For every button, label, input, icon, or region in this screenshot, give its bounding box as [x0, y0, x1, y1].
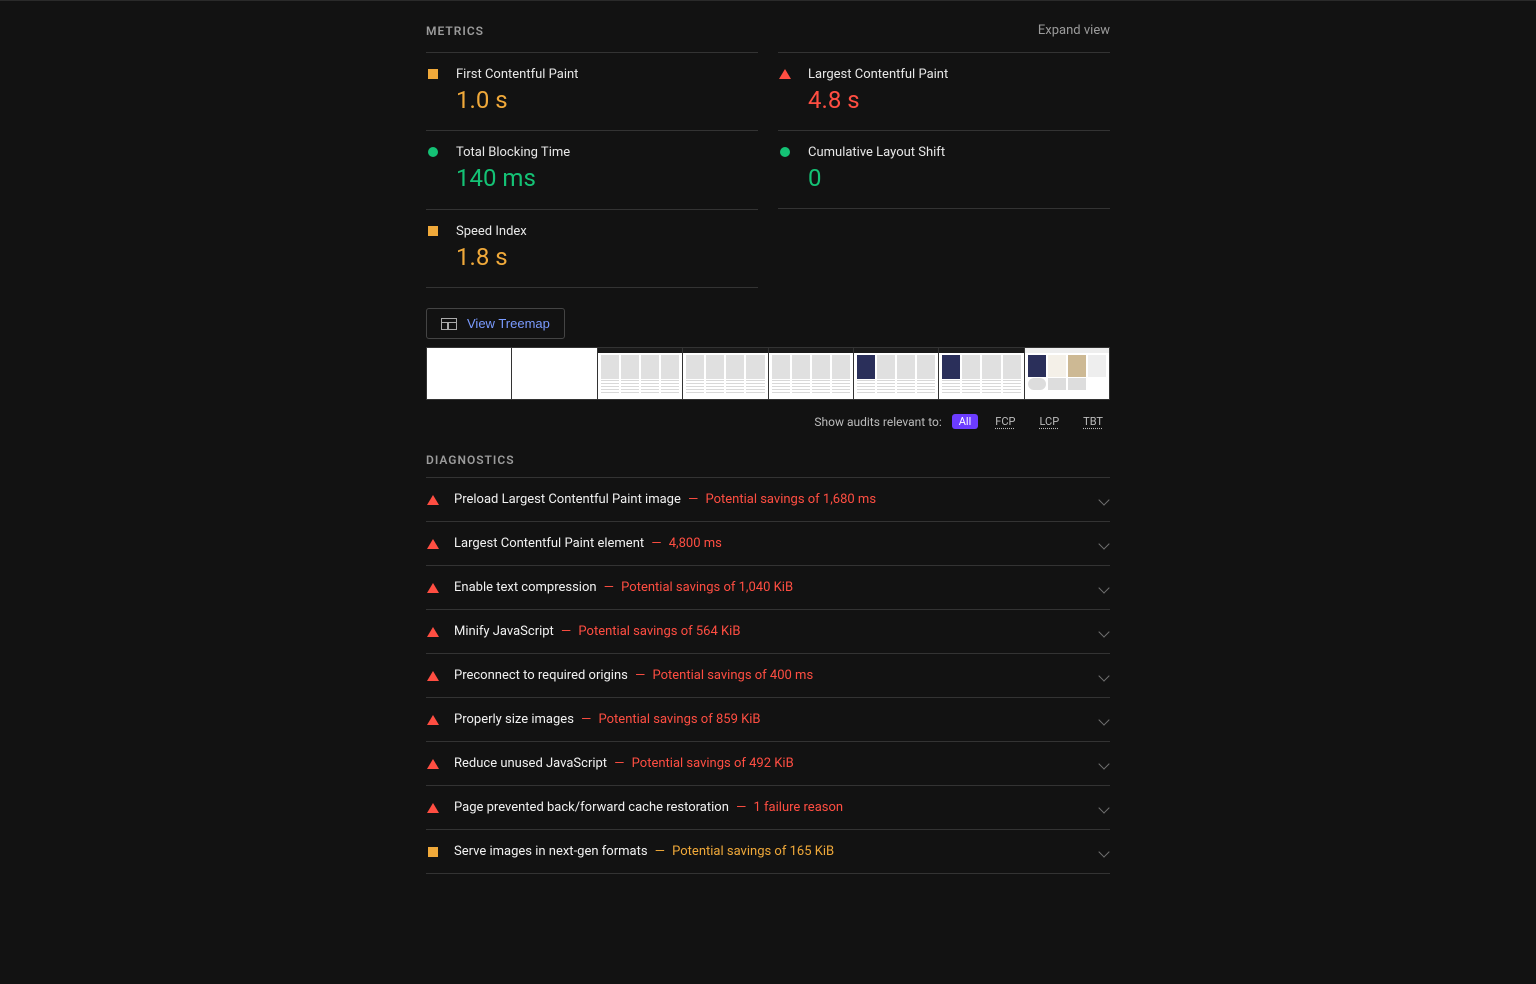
diagnostic-saving: Potential savings of 1,680 ms [705, 492, 876, 507]
triangle-fail-icon [426, 715, 440, 725]
diagnostic-row[interactable]: Serve images in next-gen formats — Poten… [426, 830, 1110, 874]
chevron-down-icon [1098, 758, 1110, 770]
dash-separator: — [652, 844, 669, 859]
filmstrip-frame [683, 348, 768, 399]
filter-prompt: Show audits relevant to: [814, 415, 941, 429]
filmstrip-frame [598, 348, 683, 399]
metrics-grid: First Contentful Paint 1.0 s Largest Con… [426, 52, 1110, 288]
dash-separator: — [558, 624, 575, 639]
metric-label: Total Blocking Time [456, 145, 758, 160]
metric-si: Speed Index 1.8 s [426, 209, 758, 288]
diagnostic-saving: 1 failure reason [754, 800, 844, 815]
circle-pass-icon [426, 147, 440, 157]
triangle-fail-icon [426, 671, 440, 681]
filter-chip-tbt[interactable]: TBT [1076, 414, 1110, 429]
chevron-down-icon [1098, 846, 1110, 858]
metric-tbt: Total Blocking Time 140 ms [426, 130, 758, 209]
diagnostic-saving: Potential savings of 492 KiB [632, 756, 794, 771]
metric-value: 1.0 s [456, 86, 758, 114]
diagnostic-title: Minify JavaScript [454, 624, 554, 639]
dash-separator: — [611, 756, 628, 771]
diagnostic-saving: Potential savings of 859 KiB [599, 712, 761, 727]
metric-cls: Cumulative Layout Shift 0 [778, 130, 1110, 209]
diagnostic-saving: Potential savings of 564 KiB [578, 624, 740, 639]
filmstrip-frame [769, 348, 854, 399]
chevron-down-icon [1098, 802, 1110, 814]
filter-chip-lcp[interactable]: LCP [1032, 414, 1066, 429]
treemap-icon [441, 318, 457, 330]
audit-filter-row: Show audits relevant to: All FCP LCP TBT [426, 414, 1110, 429]
metric-value: 1.8 s [456, 243, 758, 271]
metric-label: First Contentful Paint [456, 67, 758, 82]
metric-label: Cumulative Layout Shift [808, 145, 1110, 160]
diagnostic-title: Reduce unused JavaScript [454, 756, 607, 771]
diagnostic-row[interactable]: Page prevented back/forward cache restor… [426, 786, 1110, 830]
diagnostics-section-title: DIAGNOSTICS [426, 453, 1110, 467]
dash-separator: — [632, 668, 649, 683]
dash-separator: — [733, 800, 750, 815]
circle-pass-icon [778, 147, 792, 157]
triangle-fail-icon [778, 69, 792, 79]
filmstrip-frame [512, 348, 597, 399]
diagnostic-title: Largest Contentful Paint element [454, 536, 644, 551]
diagnostic-title: Properly size images [454, 712, 574, 727]
diagnostic-row[interactable]: Preload Largest Contentful Paint image —… [426, 478, 1110, 522]
view-treemap-label: View Treemap [467, 316, 550, 331]
metric-label: Speed Index [456, 224, 758, 239]
chevron-down-icon [1098, 626, 1110, 638]
diagnostic-title: Preconnect to required origins [454, 668, 628, 683]
diagnostic-saving: Potential savings of 400 ms [652, 668, 813, 683]
triangle-fail-icon [426, 759, 440, 769]
filmstrip-frame [1025, 348, 1109, 399]
filter-chip-fcp[interactable]: FCP [988, 414, 1022, 429]
diagnostic-title: Page prevented back/forward cache restor… [454, 800, 729, 815]
metric-value: 140 ms [456, 164, 758, 192]
diagnostic-saving: 4,800 ms [669, 536, 722, 551]
diagnostics-list: Preload Largest Contentful Paint image —… [426, 477, 1110, 874]
triangle-fail-icon [426, 539, 440, 549]
filmstrip [426, 347, 1110, 400]
dash-separator: — [601, 580, 618, 595]
dash-separator: — [648, 536, 665, 551]
chevron-down-icon [1098, 670, 1110, 682]
square-avg-icon [426, 226, 440, 236]
metric-label: Largest Contentful Paint [808, 67, 1110, 82]
diagnostic-row[interactable]: Preconnect to required origins — Potenti… [426, 654, 1110, 698]
filmstrip-frame [854, 348, 939, 399]
chevron-down-icon [1098, 494, 1110, 506]
diagnostic-row[interactable]: Enable text compression — Potential savi… [426, 566, 1110, 610]
diagnostic-row[interactable]: Properly size images — Potential savings… [426, 698, 1110, 742]
metric-value: 0 [808, 164, 1110, 192]
metrics-section-title: METRICS [426, 24, 484, 38]
triangle-fail-icon [426, 495, 440, 505]
filmstrip-frame [939, 348, 1024, 399]
diagnostic-row[interactable]: Minify JavaScript — Potential savings of… [426, 610, 1110, 654]
diagnostic-title: Preload Largest Contentful Paint image [454, 492, 681, 507]
triangle-fail-icon [426, 583, 440, 593]
chevron-down-icon [1098, 714, 1110, 726]
diagnostic-saving: Potential savings of 165 KiB [672, 844, 834, 859]
dash-separator: — [685, 492, 702, 507]
diagnostic-row[interactable]: Largest Contentful Paint element — 4,800… [426, 522, 1110, 566]
metric-fcp: First Contentful Paint 1.0 s [426, 52, 758, 130]
square-avg-icon [426, 69, 440, 79]
view-treemap-button[interactable]: View Treemap [426, 308, 565, 339]
expand-view-link[interactable]: Expand view [1038, 23, 1110, 38]
chevron-down-icon [1098, 582, 1110, 594]
triangle-fail-icon [426, 627, 440, 637]
dash-separator: — [578, 712, 595, 727]
filter-chip-all[interactable]: All [952, 414, 979, 429]
filmstrip-frame [427, 348, 512, 399]
diagnostic-row[interactable]: Reduce unused JavaScript — Potential sav… [426, 742, 1110, 786]
diagnostic-title: Serve images in next-gen formats [454, 844, 648, 859]
triangle-fail-icon [426, 803, 440, 813]
diagnostic-title: Enable text compression [454, 580, 597, 595]
metric-value: 4.8 s [808, 86, 1110, 114]
chevron-down-icon [1098, 538, 1110, 550]
square-avg-icon [426, 847, 440, 857]
diagnostic-saving: Potential savings of 1,040 KiB [621, 580, 793, 595]
metric-lcp: Largest Contentful Paint 4.8 s [778, 52, 1110, 130]
